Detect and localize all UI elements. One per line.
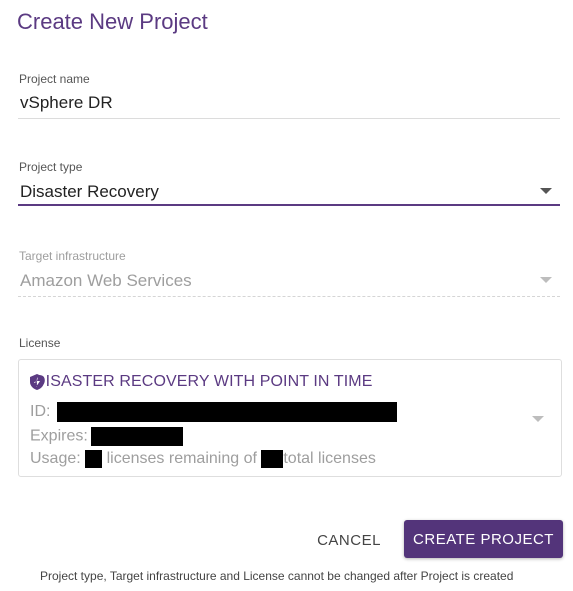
project-name-input[interactable]: vSphere DR	[20, 93, 113, 113]
target-infrastructure-underline	[18, 296, 560, 297]
footnote: Project type, Target infrastructure and …	[40, 569, 514, 583]
cancel-button[interactable]: CANCEL	[306, 524, 392, 556]
license-id: ID:	[30, 402, 397, 422]
license-usage-end: total licenses	[283, 450, 376, 468]
redacted-total	[261, 450, 284, 468]
license-usage-label: Usage:	[30, 450, 81, 468]
license-usage: Usage: licenses remaining of total licen…	[30, 450, 376, 468]
redacted-remaining	[85, 450, 103, 468]
project-type-value[interactable]: Disaster Recovery	[20, 182, 159, 202]
dialog-title: Create New Project	[17, 9, 208, 34]
chevron-down-icon[interactable]	[532, 416, 544, 422]
redacted-expiry	[91, 427, 184, 446]
chevron-down-icon[interactable]	[540, 188, 552, 194]
target-infrastructure-value: Amazon Web Services	[20, 271, 192, 290]
license-label: License	[19, 336, 61, 350]
license-usage-mid: licenses remaining of	[106, 450, 257, 468]
project-type-underline	[18, 204, 560, 206]
project-name-underline	[18, 118, 560, 119]
project-name-label: Project name	[19, 72, 90, 86]
redacted-id	[56, 402, 397, 422]
license-id-label: ID:	[30, 403, 51, 421]
license-expires: Expires:	[30, 427, 184, 446]
target-infrastructure-label: Target infrastructure	[19, 249, 126, 263]
license-expires-label: Expires:	[30, 427, 88, 445]
license-title: DISASTER RECOVERY WITH POINT IN TIME	[34, 373, 373, 390]
chevron-down-icon	[540, 277, 552, 283]
create-project-button[interactable]: CREATE PROJECT	[404, 520, 563, 558]
project-type-label: Project type	[19, 160, 83, 174]
